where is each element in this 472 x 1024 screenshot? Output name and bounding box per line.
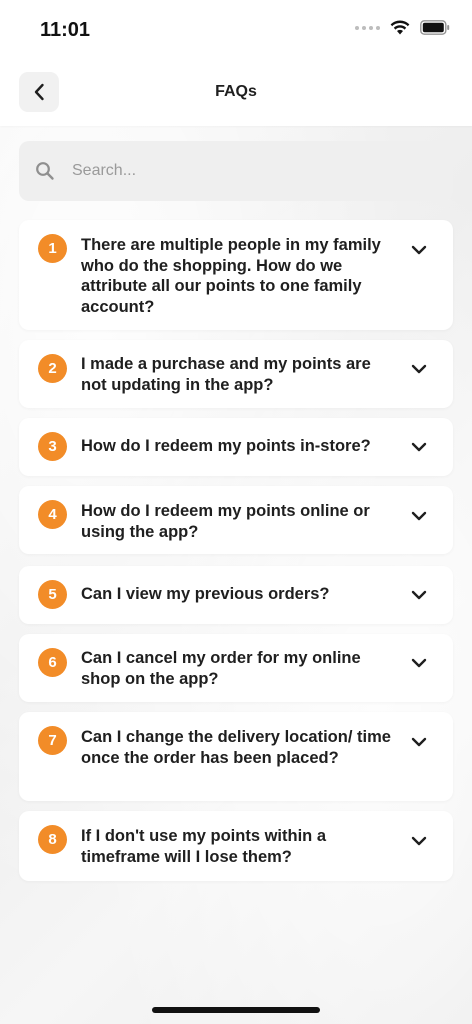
chevron-down-icon[interactable] [411, 511, 427, 521]
faq-question: How do I redeem my points in-store? [81, 437, 371, 455]
faq-number-badge: 6 [38, 648, 67, 677]
chevron-down-icon[interactable] [411, 442, 427, 452]
faq-item-8[interactable]: 8 If I don't use my points within a time… [19, 811, 453, 881]
battery-icon [420, 20, 450, 35]
faq-question: Can I change the delivery location/ time… [81, 728, 391, 767]
status-icons [355, 20, 450, 35]
faq-question: How do I redeem my points online or usin… [81, 502, 370, 541]
faq-number-badge: 8 [38, 825, 67, 854]
faq-number-badge: 5 [38, 580, 67, 609]
cellular-signal-icon [355, 25, 380, 30]
search-icon [36, 162, 54, 180]
faq-item-1[interactable]: 1 There are multiple people in my family… [19, 220, 453, 330]
faq-question: I made a purchase and my points are not … [81, 355, 371, 394]
chevron-down-icon[interactable] [411, 658, 427, 668]
faq-question: Can I cancel my order for my online shop… [81, 649, 361, 688]
chevron-down-icon[interactable] [411, 245, 427, 255]
faq-item-7[interactable]: 7 Can I change the delivery location/ ti… [19, 712, 453, 801]
status-bar: 11:01 [0, 0, 472, 60]
search-input[interactable] [72, 162, 402, 180]
faq-item-6[interactable]: 6 Can I cancel my order for my online sh… [19, 634, 453, 702]
faq-item-3[interactable]: 3 How do I redeem my points in-store? [19, 418, 453, 476]
status-time: 11:01 [40, 19, 91, 41]
faq-number-badge: 3 [38, 432, 67, 461]
chevron-down-icon[interactable] [411, 737, 427, 747]
faq-number-badge: 4 [38, 500, 67, 529]
faq-item-2[interactable]: 2 I made a purchase and my points are no… [19, 340, 453, 408]
faq-number-badge: 7 [38, 726, 67, 755]
faq-question: There are multiple people in my family w… [81, 236, 381, 316]
faq-question: Can I view my previous orders? [81, 585, 330, 603]
faq-item-5[interactable]: 5 Can I view my previous orders? [19, 566, 453, 624]
wifi-icon [390, 20, 410, 35]
faq-item-4[interactable]: 4 How do I redeem my points online or us… [19, 486, 453, 554]
navigation-bar: FAQs [0, 60, 472, 126]
faq-question: If I don't use my points within a timefr… [81, 827, 327, 866]
page-title: FAQs [215, 83, 257, 100]
search-bar[interactable] [19, 141, 453, 201]
chevron-down-icon[interactable] [411, 836, 427, 846]
faq-number-badge: 2 [38, 354, 67, 383]
chevron-down-icon[interactable] [411, 590, 427, 600]
home-indicator[interactable] [152, 1007, 320, 1013]
faq-number-badge: 1 [38, 234, 67, 263]
chevron-down-icon[interactable] [411, 364, 427, 374]
